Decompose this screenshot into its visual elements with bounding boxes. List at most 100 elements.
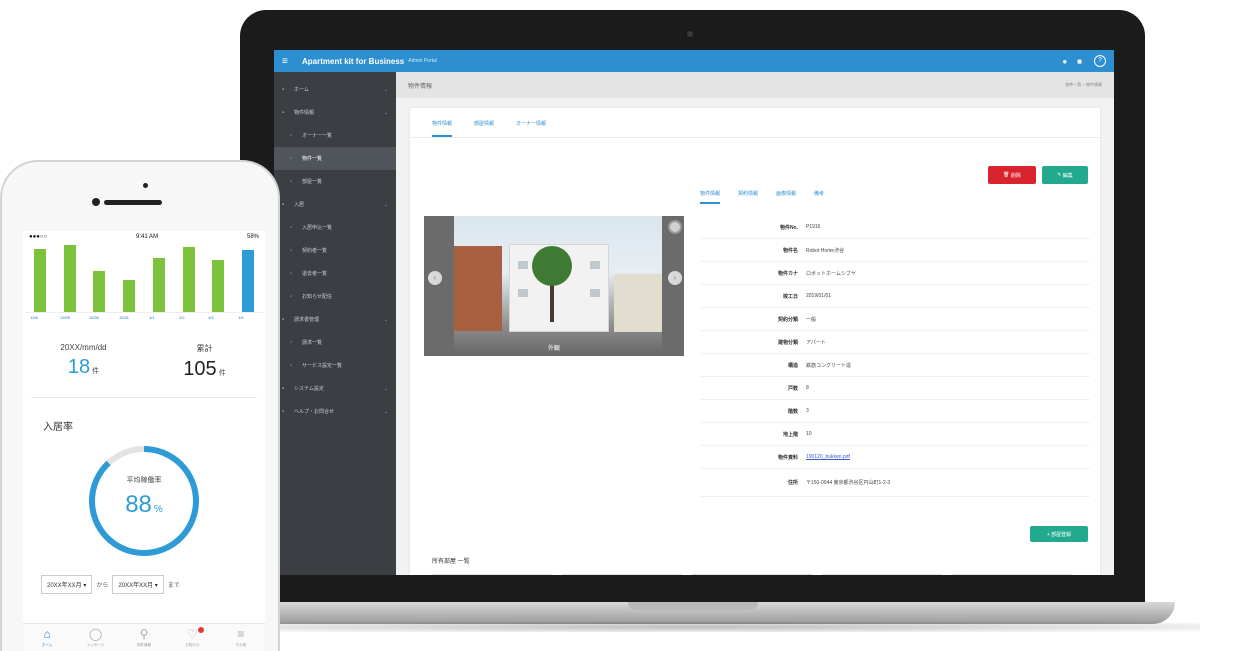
total-stat-label: 累計 — [196, 344, 213, 353]
property-card: 物件情報 部屋情報 オーナー情報 🗑 削除 ✎ 編集 物件情報 契約情報 画像情報 備考 — [410, 108, 1100, 575]
detail-row: 物件No. P1916 — [700, 216, 1090, 239]
main-content: 物件情報 物件一覧 > 物件情報 物件情報 部屋情報 オーナー情報 🗑 削除 ✎ 編… — [396, 72, 1114, 575]
edit-button[interactable]: ✎ 編集 — [1042, 166, 1088, 184]
user-menu-icon[interactable]: ■ — [1077, 57, 1082, 66]
sidebar-item[interactable]: ▫ 契約者一覧 — [274, 239, 396, 262]
phone-screen: ●●●○○ 9:41 AM 58% 12/8 12/09 12/30 12/31 1/1… — [23, 231, 265, 651]
sidebar-item[interactable]: ▪ 物件情報 ⌄ — [274, 101, 396, 124]
detail-row: 住所 〒150-0044 東京都渋谷区円山町1-2-3 — [700, 469, 1090, 497]
sidebar-item-icon: ▫ — [290, 270, 293, 277]
room-card[interactable]: タイプ 1K専有面積 20㎡ — [562, 574, 682, 575]
status-bar: ●●●○○ 9:41 AM 58% — [23, 231, 265, 243]
chart-bar — [34, 249, 46, 312]
tab-icon: ⚲ — [139, 627, 149, 641]
chevron-down-icon: ⌄ — [383, 109, 388, 116]
rooms-section-title: 所有部屋 一覧 — [432, 559, 470, 565]
detail-key: 物件名 — [782, 247, 798, 254]
date-from-select[interactable]: 20XX年XX月 ▾ — [41, 575, 93, 594]
sidebar-item[interactable]: ▫ オーナー一覧 — [274, 124, 396, 147]
sidebar-item[interactable]: ▫ 請求一覧 — [274, 331, 396, 354]
detail-value: 3 — [806, 408, 809, 414]
date-range: 20XX年XX月 ▾ から 20XX年XX月 ▾ まで — [41, 575, 265, 594]
sidebar-item[interactable]: ▫ 部屋一覧 — [274, 170, 396, 193]
chart-bar — [212, 260, 224, 312]
product-mockup: ≡ Apartment kit for Business Admin Porta… — [0, 0, 1236, 651]
chart-bar — [183, 247, 195, 312]
notification-icon[interactable]: ● — [1062, 57, 1067, 66]
app-topbar: ≡ Apartment kit for Business Admin Porta… — [274, 50, 1114, 72]
sidebar-item-label: 請求一覧 — [302, 340, 323, 346]
room-card[interactable]: タイプ 1K専有面積 20㎡ — [692, 574, 812, 575]
sidebar-item-label: 入居申込一覧 — [302, 225, 333, 231]
detail-file-link[interactable]: 190120_bukken.pdf — [806, 454, 850, 460]
detail-tab[interactable]: 契約情報 — [738, 190, 758, 204]
gauge-label: 平均稼働率 — [126, 477, 162, 484]
phone-tab[interactable]: ⌂ ホーム — [23, 624, 71, 651]
monthly-stat-unit: 件 — [92, 368, 100, 375]
tab[interactable]: オーナー情報 — [516, 120, 546, 137]
detail-tab[interactable]: 物件情報 — [700, 190, 721, 204]
to-label: まで — [167, 583, 180, 589]
sidebar-item-label: 入居 — [294, 202, 305, 208]
sidebar-item[interactable]: ▫ 物件一覧 — [274, 147, 396, 170]
sidebar-item[interactable]: ▫ サービス設定一覧 — [274, 354, 396, 377]
detail-row: 物件資料 190120_bukken.pdf — [700, 446, 1090, 469]
detail-row: 階数 3 — [700, 400, 1090, 423]
hamburger-menu-icon[interactable]: ≡ — [282, 56, 296, 67]
sidebar-item[interactable]: ▪ 入居 ⌄ — [274, 193, 396, 216]
detail-key: 竣工日 — [782, 293, 798, 300]
monthly-stat: 20XX/mm/dd 18 件 — [23, 343, 144, 381]
sidebar-item-label: システム設定 — [294, 386, 324, 392]
chevron-down-icon: ⌄ — [383, 385, 388, 392]
tab[interactable]: 物件情報 — [432, 120, 453, 137]
sidebar-item-icon: ▫ — [290, 132, 293, 139]
sidebar-item[interactable]: ▫ お知らせ配信 — [274, 285, 396, 308]
detail-key: 階数 — [787, 408, 798, 415]
phone-tab-bar: ⌂ ホーム ◯ メッセージ ⚲ 物件情報 ♡ お知らせ ≡ その他 — [23, 623, 265, 651]
phone-tab[interactable]: ◯ メッセージ — [71, 624, 119, 651]
carousel-prev-icon[interactable]: ‹ — [428, 271, 442, 285]
detail-value: P1916 — [806, 224, 821, 230]
app-name: Apartment kit for Business — [302, 56, 405, 66]
room-card[interactable]: タイプ 1K専有面積 20㎡ — [432, 574, 552, 575]
divider — [31, 397, 257, 398]
sidebar-item[interactable]: ▫ 退去者一覧 — [274, 262, 396, 285]
home-icon: ⌂ — [43, 627, 51, 641]
sidebar-item[interactable]: ▫ 入居申込一覧 — [274, 216, 396, 239]
sidebar-item-label: 請求書管理 — [294, 317, 320, 323]
detail-value: 〒150-0044 東京都渋谷区円山町1-2-3 — [806, 480, 891, 486]
phone-front-sensor — [143, 183, 148, 188]
sidebar-item[interactable]: ▪ システム設定 ⌄ — [274, 377, 396, 400]
detail-tab[interactable]: 備考 — [814, 190, 824, 204]
photo-caption: 外観 — [547, 346, 560, 352]
breadcrumb[interactable]: 物件一覧 > 物件情報 — [1065, 82, 1102, 88]
help-icon[interactable]: ? — [1094, 55, 1106, 67]
sidebar-item[interactable]: ▪ ヘルプ・お問合せ ⌄ — [274, 400, 396, 423]
sidebar-item-icon: ▫ — [290, 247, 293, 254]
tab[interactable]: 部屋情報 — [474, 120, 494, 137]
property-details-table: 物件No. P1916 物件名 Robot Home渋谷 物件カナ ロボットホームシブヤ竣… — [700, 216, 1090, 497]
sidebar-item-icon: ▪ — [282, 86, 285, 93]
phone-tab[interactable]: ≡ その他 — [217, 624, 265, 651]
phone-tab[interactable]: ♡ お知らせ — [168, 624, 216, 651]
sidebar-item-label: 退去者一覧 — [302, 271, 328, 277]
zoom-icon[interactable] — [668, 220, 682, 234]
detail-row: 地上階 10 — [700, 423, 1090, 446]
room-card[interactable]: タイプ 1K専有面積 20㎡ — [952, 574, 1072, 575]
sidebar-item[interactable]: ▪ 請求書管理 ⌄ — [274, 308, 396, 331]
phone-tab[interactable]: ⚲ 物件情報 — [120, 624, 168, 651]
room-card[interactable]: タイプ 1K専有面積 20㎡ — [822, 574, 942, 575]
chart-x-tick: 1/2 — [179, 315, 185, 320]
add-room-button[interactable]: + 部屋登録 — [1030, 526, 1088, 542]
date-to-select[interactable]: 20XX年XX月 ▾ — [112, 575, 164, 594]
detail-row: 物件名 Robot Home渋谷 — [700, 239, 1090, 262]
detail-value: 2019/01/01 — [806, 293, 832, 299]
detail-tab[interactable]: 画像情報 — [776, 190, 796, 204]
carousel-next-icon[interactable]: › — [668, 271, 682, 285]
detail-key: 戸数 — [787, 385, 798, 392]
sidebar-item[interactable]: ▪ ホーム ⌄ — [274, 78, 396, 101]
delete-button[interactable]: 🗑 削除 — [988, 166, 1036, 184]
app-subtitle: Admin Portal — [408, 58, 437, 64]
chart-x-tick: 12/09 — [60, 315, 71, 320]
phone-tab-label: ホーム — [42, 643, 53, 647]
